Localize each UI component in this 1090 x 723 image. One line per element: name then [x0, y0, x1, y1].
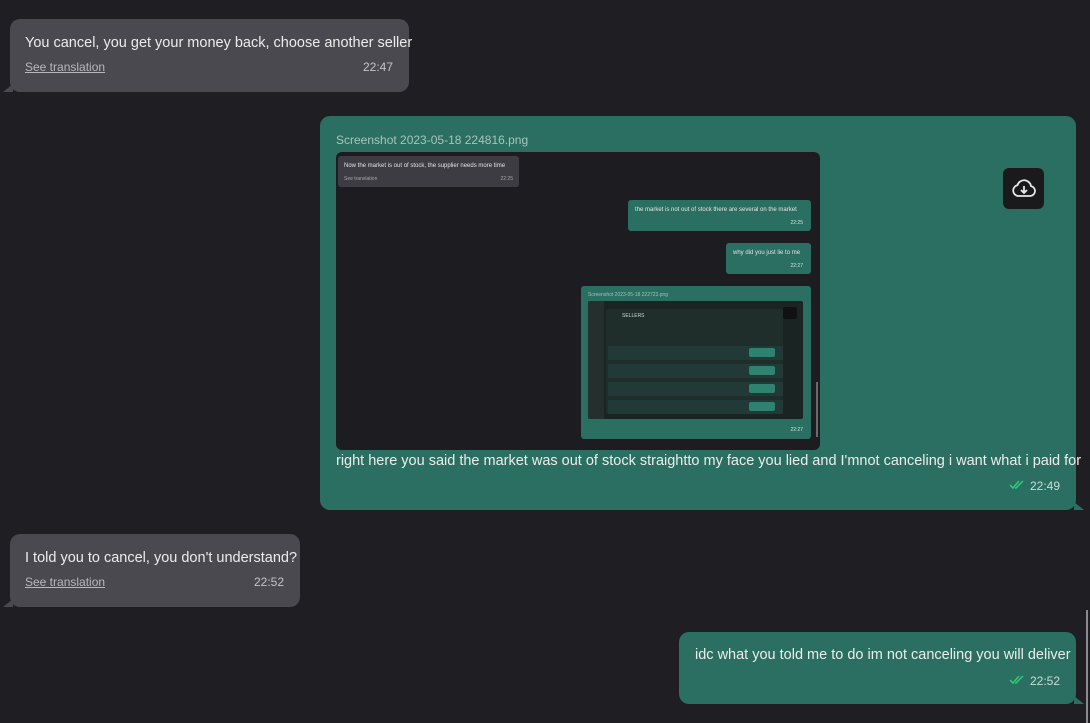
bubble-tail [3, 84, 13, 92]
preview-seller-row [608, 400, 783, 414]
preview-message-text: the market is not out of stock there are… [635, 207, 797, 213]
preview-purchase-button [749, 384, 775, 393]
preview-message-text: Now the market is out of stock, the supp… [344, 163, 506, 169]
cloud-download-icon [1011, 178, 1036, 197]
message-time: 22:47 [362, 60, 393, 74]
preview-sellers-title: SELLERS [622, 313, 645, 319]
preview-scrollbar [816, 382, 818, 437]
download-button[interactable] [1003, 168, 1044, 209]
preview-purchase-button [749, 402, 775, 411]
preview-time: 22:25 [790, 220, 803, 226]
see-translation-link[interactable]: See translation [25, 60, 105, 74]
bubble-tail [1074, 502, 1084, 510]
bubble-tail [1074, 696, 1084, 704]
message-text: right here you said the market was out o… [336, 453, 1082, 469]
preview-purchase-button [749, 348, 775, 357]
bubble-tail [3, 599, 13, 607]
incoming-message: I told you to cancel, you don't understa… [3, 534, 300, 607]
preview-nested-screenshot: SELLERS [588, 301, 803, 419]
preview-incoming-message: Now the market is out of stock, the supp… [338, 156, 519, 187]
preview-outgoing-message: the market is not out of stock there are… [628, 200, 811, 231]
attachment-image[interactable]: Now the market is out of stock, the supp… [336, 152, 820, 450]
preview-sidebar [588, 301, 604, 419]
see-translation-link[interactable]: See translation [25, 575, 105, 589]
preview-time: 22:27 [790, 263, 803, 269]
preview-purchase-button [749, 366, 775, 375]
double-check-icon [1009, 480, 1024, 490]
double-check-icon [1009, 675, 1024, 685]
preview-outgoing-attachment: Screenshot 2023-05-18 222723.png SELLERS [581, 286, 811, 439]
preview-attachment-filename: Screenshot 2023-05-18 222723.png [588, 292, 669, 298]
message-text: You cancel, you get your money back, cho… [25, 35, 413, 51]
attachment-filename[interactable]: Screenshot 2023-05-18 224816.png [336, 133, 528, 147]
message-text: idc what you told me to do im not cancel… [695, 647, 1071, 663]
incoming-message: You cancel, you get your money back, cho… [3, 19, 413, 92]
preview-outgoing-message: why did you just lie to me 22:27 [726, 243, 811, 274]
outgoing-message-with-attachment: Screenshot 2023-05-18 224816.png Now the… [320, 116, 1084, 510]
message-text: I told you to cancel, you don't understa… [25, 550, 298, 566]
message-time: 22:52 [1029, 674, 1060, 688]
message-time: 22:49 [1029, 479, 1060, 493]
preview-sellers-panel: SELLERS [606, 309, 783, 413]
preview-seller-row [608, 346, 783, 360]
chat-scrollbar[interactable] [1086, 610, 1088, 723]
preview-time: 22:27 [790, 427, 803, 433]
preview-time: 22:25 [500, 176, 513, 182]
preview-seller-row [608, 364, 783, 378]
preview-see-translation: See translation [344, 176, 378, 182]
outgoing-message: idc what you told me to do im not cancel… [679, 632, 1084, 704]
preview-seller-row [608, 382, 783, 396]
preview-message-text: why did you just lie to me [733, 250, 801, 256]
preview-download-icon [783, 307, 797, 319]
message-time: 22:52 [253, 575, 284, 589]
